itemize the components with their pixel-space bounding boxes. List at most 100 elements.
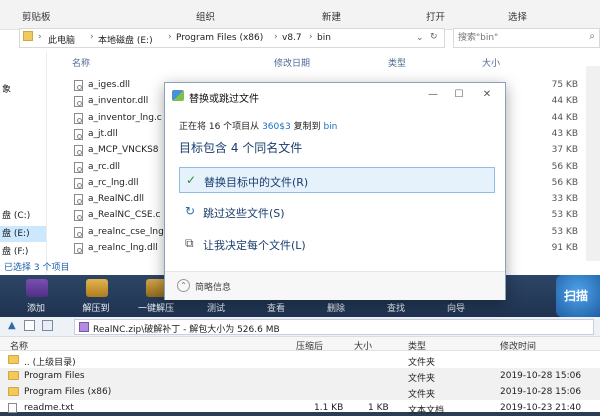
breadcrumb-program-files-x86[interactable]: Program Files (x86) (176, 33, 263, 43)
column-header-type[interactable]: 类型 (388, 56, 406, 69)
file-name: a_rc.dll (88, 161, 121, 172)
scan-button[interactable]: 扫描 (556, 275, 600, 317)
copy-mid-text: 复制到 (293, 122, 321, 132)
nav-item-drive-c[interactable]: 盘 (C:) (0, 208, 46, 224)
file-name: a_RealNC_CSE.c (88, 210, 161, 221)
extract-to-button[interactable]: 解压到 (72, 275, 120, 317)
dll-file-icon (74, 177, 83, 189)
minimize-button[interactable]: — (421, 87, 445, 103)
up-arrow-icon[interactable]: ▲ (8, 320, 16, 331)
archive-row-type: 文件夹 (408, 374, 436, 384)
dialog-footer: ⌃ 简略信息 (165, 271, 505, 300)
file-name: a_iges.dll (88, 80, 131, 90)
archive-row-name: .. (上级目录) (24, 358, 76, 368)
archive-row-type: 文本文档 (408, 406, 445, 416)
extract-icon (86, 279, 108, 297)
ribbon-group-organize[interactable]: 组织 (196, 9, 215, 23)
add-button[interactable]: 添加 (12, 275, 60, 317)
chevron-up-icon: ⌃ (177, 279, 190, 292)
folder-icon (23, 31, 33, 41)
archive-row[interactable]: Program Files 文件夹 2019-10-28 15:06 (0, 368, 600, 384)
file-name: a_inventor.dll (88, 96, 149, 107)
rar-column-packed[interactable]: 压缩后 (296, 339, 323, 352)
dll-file-icon (74, 112, 83, 124)
find-button-label: 查找 (386, 304, 405, 314)
ribbon-group-open[interactable]: 打开 (426, 9, 445, 23)
test-button-label: 测试 (206, 304, 225, 314)
address-bar[interactable]: › 此电脑 › 本地磁盘 (E:) › Program Files (x86) … (19, 28, 445, 48)
column-header-name[interactable]: 名称 (72, 56, 90, 69)
dll-file-icon (74, 194, 83, 206)
ribbon-group-clipboard[interactable]: 剪贴板 (22, 9, 51, 23)
view-button-label: 查看 (266, 304, 285, 314)
fewer-details-button[interactable]: ⌃ 简略信息 (177, 279, 257, 293)
archive-row[interactable]: readme.txt 1.1 KB 1 KB 文本文档 2019-10-23 21:40 (0, 400, 600, 416)
nav-item-drive-f[interactable]: 盘 (F:) (0, 244, 46, 260)
breadcrumb-v87[interactable]: v8.7 (282, 33, 302, 43)
skip-files-label: 跳过这些文件(S) (203, 207, 285, 220)
rar-column-modified[interactable]: 修改时间 (500, 339, 536, 352)
breadcrumb-bin[interactable]: bin (317, 33, 331, 43)
file-size: 44 KB (551, 112, 578, 123)
file-size: 37 KB (551, 145, 578, 156)
file-size: 56 KB (551, 177, 578, 188)
rar-column-size[interactable]: 大小 (354, 339, 372, 352)
close-button[interactable]: ✕ (475, 87, 499, 103)
file-size: 43 KB (551, 128, 578, 139)
archive-row-type: 文件夹 (408, 358, 436, 368)
file-size: 44 KB (551, 96, 578, 107)
file-name: a_inventor_lng.c (88, 112, 162, 123)
scan-button-label: 扫描 (564, 289, 589, 303)
ribbon-group-select[interactable]: 选择 (508, 9, 527, 23)
rar-column-name[interactable]: 名称 (10, 339, 28, 352)
winrar-path-row: ▲ RealNC.zip\破解补丁 - 解包大小为 526.6 MB (0, 317, 600, 337)
skip-files-option[interactable]: ↻ 跳过这些文件(S) (179, 199, 495, 225)
file-name: a_RealNC.dll (88, 194, 145, 205)
chevron-right-icon: › (90, 32, 94, 42)
dll-file-icon (74, 96, 83, 108)
checkmark-icon: ✓ (186, 173, 197, 187)
nav-item-drive-e[interactable]: 盘 (E:) (0, 226, 46, 242)
search-input[interactable] (458, 31, 578, 45)
replace-files-option[interactable]: ✓ 替换目标中的文件(R) (179, 167, 495, 193)
search-icon[interactable]: ⌕ (589, 31, 595, 42)
dll-file-icon (74, 226, 83, 238)
archive-row[interactable]: Program Files (x86) 文件夹 2019-10-28 15:06 (0, 384, 600, 400)
dll-file-icon (74, 243, 83, 254)
file-name: a_realnc_cse_lng (88, 226, 164, 237)
folder-icon (8, 371, 19, 380)
archive-row-modified: 2019-10-28 15:06 (500, 387, 582, 397)
destination-folder-link[interactable]: bin (323, 122, 337, 132)
breadcrumb-this-pc[interactable]: 此电脑 (48, 33, 75, 46)
archive-row-name: Program Files (x86) (24, 387, 112, 397)
refresh-icon[interactable]: ↻ (430, 32, 438, 42)
list-view-icon[interactable] (24, 320, 35, 331)
dll-file-icon (74, 210, 83, 222)
archive-row[interactable]: .. (上级目录) 文件夹 (0, 352, 600, 368)
chevron-right-icon: › (274, 32, 278, 42)
file-size: 53 KB (551, 226, 578, 237)
maximize-button[interactable]: ☐ (447, 87, 471, 103)
file-name: a_rc_lng.dll (88, 177, 139, 188)
delete-button-label: 删除 (326, 304, 345, 314)
details-view-icon[interactable] (42, 320, 53, 331)
decide-each-option[interactable]: ⧉ 让我决定每个文件(L) (179, 231, 495, 257)
file-size: 56 KB (551, 161, 578, 172)
column-header-size[interactable]: 大小 (482, 56, 500, 69)
archive-row-type: 文件夹 (408, 390, 436, 400)
column-header-date[interactable]: 修改日期 (274, 56, 310, 69)
archive-row-modified: 2019-10-28 15:06 (500, 371, 582, 381)
archive-path-field[interactable]: RealNC.zip\破解补丁 - 解包大小为 526.6 MB (74, 319, 594, 335)
dll-file-icon (74, 145, 83, 157)
rar-column-type[interactable]: 类型 (408, 339, 426, 352)
compare-files-icon: ⧉ (185, 236, 194, 250)
chevron-down-icon[interactable]: ⌄ (416, 33, 424, 43)
vertical-scrollbar[interactable] (586, 66, 600, 261)
source-folder-link[interactable]: 360$3 (262, 122, 291, 132)
breadcrumb-drive-e[interactable]: 本地磁盘 (E:) (98, 33, 153, 46)
ribbon-group-new[interactable]: 新建 (322, 9, 341, 23)
folder-icon (8, 387, 19, 396)
nav-item-partial[interactable]: 象 (0, 82, 46, 98)
skip-arrow-icon: ↻ (185, 204, 196, 218)
file-size: 75 KB (551, 80, 578, 90)
